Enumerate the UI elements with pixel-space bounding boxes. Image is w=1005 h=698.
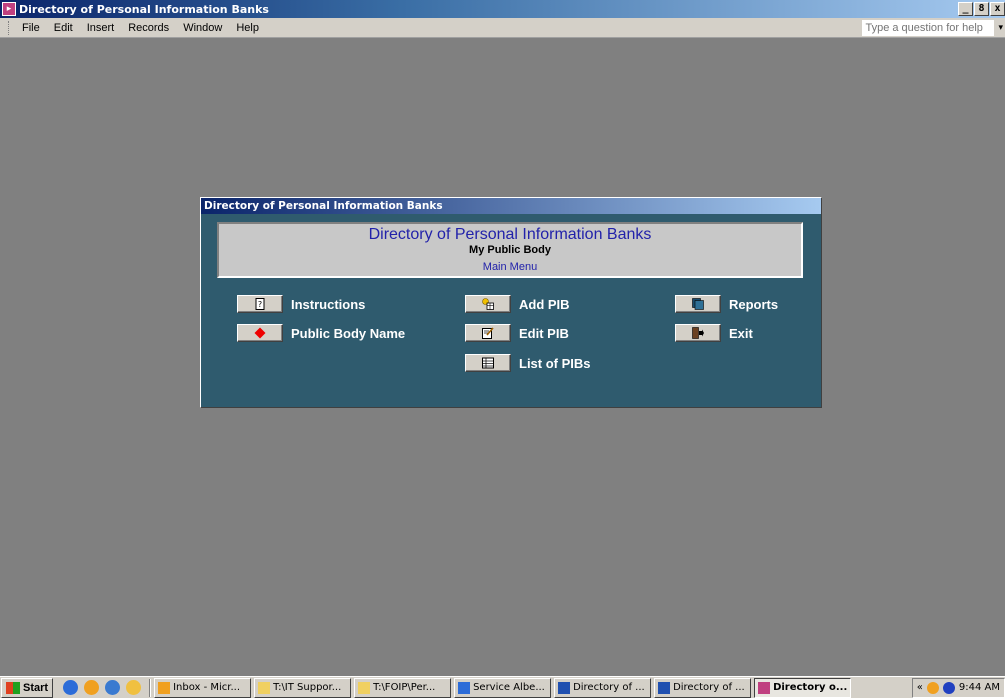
menu-insert[interactable]: Insert bbox=[80, 22, 122, 34]
ie-icon bbox=[458, 681, 471, 694]
word-icon bbox=[558, 681, 571, 694]
reports-command: Reports bbox=[675, 295, 778, 313]
switchboard-form: Directory of Personal Information Banks … bbox=[200, 197, 822, 408]
taskbar-item[interactable]: T:\FOIP\Per... bbox=[354, 677, 452, 698]
close-button[interactable]: x bbox=[990, 2, 1005, 16]
menu-bar: File Edit Insert Records Window Help ▾ bbox=[0, 18, 1005, 38]
instructions-label: Instructions bbox=[291, 296, 366, 312]
help-dropdown-icon[interactable]: ▾ bbox=[998, 23, 1003, 33]
menu-edit[interactable]: Edit bbox=[47, 22, 80, 34]
menu-window[interactable]: Window bbox=[176, 22, 229, 34]
exit-label: Exit bbox=[729, 325, 753, 341]
start-button[interactable]: Start bbox=[1, 677, 54, 698]
quick-launch bbox=[63, 680, 142, 695]
toolbar-grip[interactable] bbox=[8, 20, 11, 35]
show-desktop-icon[interactable] bbox=[105, 680, 121, 695]
reports-label: Reports bbox=[729, 296, 779, 312]
taskbar-item-active[interactable]: Directory o... bbox=[754, 677, 852, 698]
reports-icon bbox=[692, 298, 704, 310]
windows-taskbar: Start Inbox - Micr... T:\IT Suppor... T:… bbox=[0, 676, 1005, 698]
word-icon bbox=[658, 681, 671, 694]
menu-file[interactable]: File bbox=[15, 22, 47, 34]
folder-icon bbox=[258, 681, 271, 694]
window-controls: _ 8 x bbox=[958, 2, 1005, 16]
tray-expand-chevron[interactable]: « bbox=[917, 682, 923, 693]
windows-flag-icon bbox=[6, 681, 20, 694]
public-body-name-command: Public Body Name bbox=[237, 324, 405, 342]
menu-records[interactable]: Records bbox=[121, 22, 176, 34]
list-pibs-command: List of PIBs bbox=[465, 354, 591, 372]
clock[interactable]: 9:44 AM bbox=[959, 682, 1000, 693]
instructions-command: ? Instructions bbox=[237, 295, 365, 313]
reports-button[interactable] bbox=[675, 295, 721, 313]
add-pib-label: Add PIB bbox=[519, 296, 570, 312]
edit-form-icon bbox=[482, 327, 494, 339]
list-pibs-button[interactable] bbox=[465, 354, 511, 372]
taskbar-item[interactable]: T:\IT Suppor... bbox=[254, 677, 352, 698]
outlook-tray-icon[interactable] bbox=[926, 681, 939, 694]
minimize-button[interactable]: _ bbox=[958, 2, 973, 16]
internet-explorer-icon[interactable] bbox=[63, 680, 79, 695]
form-title-bar[interactable]: Directory of Personal Information Banks bbox=[201, 198, 821, 214]
add-pib-command: Add PIB bbox=[465, 295, 570, 313]
access-icon bbox=[758, 681, 771, 694]
folder-icon bbox=[358, 681, 371, 694]
menu-help[interactable]: Help bbox=[229, 22, 266, 34]
network-tray-icon[interactable] bbox=[942, 681, 955, 694]
exit-door-icon bbox=[692, 327, 704, 339]
system-tray: « 9:44 AM bbox=[911, 677, 1005, 698]
header-main-menu: Main Menu bbox=[482, 261, 538, 273]
taskbar-item[interactable]: Inbox - Micr... bbox=[154, 677, 252, 698]
add-pib-button[interactable] bbox=[465, 295, 511, 313]
app-title: Directory of Personal Information Banks bbox=[19, 2, 269, 16]
restore-button[interactable]: 8 bbox=[974, 2, 989, 16]
help-document-icon: ? bbox=[255, 298, 265, 310]
new-record-icon bbox=[482, 298, 494, 310]
taskbar-item[interactable]: Directory of ... bbox=[554, 677, 652, 698]
edit-pib-label: Edit PIB bbox=[519, 325, 569, 341]
exit-button[interactable] bbox=[675, 324, 721, 342]
help-question-input[interactable] bbox=[862, 19, 995, 36]
header-title: Directory of Personal Information Banks bbox=[368, 226, 652, 243]
access-app-icon[interactable]: ▸ bbox=[2, 2, 16, 16]
outlook-icon bbox=[158, 681, 171, 694]
taskbar-item[interactable]: Directory of ... bbox=[654, 677, 752, 698]
app-title-bar[interactable]: ▸ Directory of Personal Information Bank… bbox=[0, 0, 1005, 18]
datasheet-icon bbox=[482, 357, 494, 369]
instructions-button[interactable]: ? bbox=[237, 295, 283, 313]
launcher-icon[interactable] bbox=[126, 680, 142, 695]
red-diamond-icon bbox=[254, 327, 266, 339]
edit-pib-button[interactable] bbox=[465, 324, 511, 342]
header-subtitle: My Public Body bbox=[469, 244, 551, 256]
public-body-name-label: Public Body Name bbox=[291, 325, 406, 341]
edit-pib-command: Edit PIB bbox=[465, 324, 569, 342]
start-label: Start bbox=[23, 681, 49, 694]
svg-text:?: ? bbox=[258, 300, 262, 309]
public-body-name-button[interactable] bbox=[237, 324, 283, 342]
exit-command: Exit bbox=[675, 324, 753, 342]
header-panel: Directory of Personal Information Banks … bbox=[217, 222, 803, 278]
list-pibs-label: List of PIBs bbox=[519, 355, 591, 371]
outlook-icon[interactable] bbox=[84, 680, 100, 695]
taskbar-item[interactable]: Service Albe... bbox=[454, 677, 552, 698]
